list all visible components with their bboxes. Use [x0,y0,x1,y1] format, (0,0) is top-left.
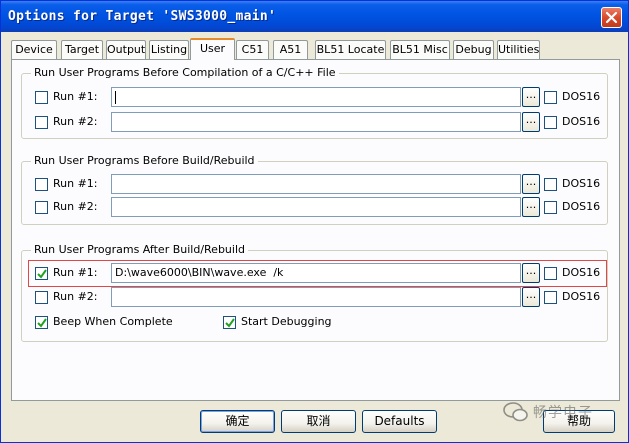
tab-device[interactable]: Device [11,40,57,59]
browse-button[interactable]: ... [522,197,540,217]
dos16-checkbox[interactable] [544,116,557,129]
close-button[interactable] [601,7,622,28]
tab-bl51-misc[interactable]: BL51 Misc [390,40,450,59]
run-checkbox[interactable] [35,91,48,104]
dos16-label: DOS16 [562,90,601,103]
run-checkbox[interactable] [35,291,48,304]
start-debugging-checkbox-checked[interactable] [223,316,236,329]
tab-c51[interactable]: C51 [236,40,269,59]
run-checkbox-checked[interactable] [35,267,48,280]
tab-target[interactable]: Target [61,40,103,59]
group-title: Run User Programs After Build/Rebuild [31,243,248,257]
start-debugging-label: Start Debugging [241,315,332,328]
run-label: Run #2: [53,290,98,303]
run-checkbox[interactable] [35,178,48,191]
run-label: Run #2: [53,115,98,128]
dos16-label: DOS16 [562,177,601,190]
run-checkbox[interactable] [35,201,48,214]
dos16-checkbox[interactable] [544,267,557,280]
ok-button[interactable]: 确定 [200,410,275,433]
run-command-field[interactable]: D:\wave6000\BIN\wave.exe /k [111,263,521,283]
run-command-field[interactable] [111,112,521,132]
beep-checkbox-checked[interactable] [35,316,48,329]
title-bar[interactable]: Options for Target 'SWS3000_main' [1,1,628,32]
cancel-button[interactable]: 取消 [281,410,356,433]
browse-button[interactable]: ... [522,263,540,283]
tab-bl51-locate[interactable]: BL51 Locate [315,40,386,59]
browse-button[interactable]: ... [522,87,540,107]
defaults-button[interactable]: Defaults [362,410,437,433]
close-icon [605,11,618,24]
run-label: Run #1: [53,90,98,103]
beep-label: Beep When Complete [53,315,173,328]
checkmark-icon [37,318,47,328]
run-label: Run #1: [53,177,98,190]
checkmark-icon [37,269,47,279]
tab-a51[interactable]: A51 [273,40,308,59]
dos16-label: DOS16 [562,115,601,128]
dos16-checkbox[interactable] [544,178,557,191]
group-title: Run User Programs Before Build/Rebuild [31,154,258,168]
dos16-label: DOS16 [562,200,601,213]
tab-user[interactable]: User [190,38,235,60]
options-dialog: Options for Target 'SWS3000_main' Device… [0,0,629,443]
dos16-checkbox[interactable] [544,291,557,304]
help-button[interactable]: 帮助 [543,410,615,433]
browse-button[interactable]: ... [522,112,540,132]
dos16-label: DOS16 [562,266,601,279]
run-label: Run #2: [53,200,98,213]
run-command-field[interactable] [111,174,521,194]
window-title: Options for Target 'SWS3000_main' [8,9,277,24]
run-command-field[interactable] [111,287,521,307]
dos16-checkbox[interactable] [544,201,557,214]
group-title: Run User Programs Before Compilation of … [31,66,339,80]
run-label: Run #1: [53,266,98,279]
browse-button[interactable]: ... [522,174,540,194]
browse-button[interactable]: ... [522,287,540,307]
run-checkbox[interactable] [35,116,48,129]
tab-output[interactable]: Output [106,40,146,59]
run-command-field[interactable] [111,197,521,217]
wechat-icon [503,402,528,422]
dos16-checkbox[interactable] [544,91,557,104]
tab-listing[interactable]: Listing [149,40,189,59]
checkmark-icon [225,318,235,328]
tab-debug[interactable]: Debug [453,40,494,59]
text-caret [115,91,116,104]
dos16-label: DOS16 [562,290,601,303]
tab-utilities[interactable]: Utilities [497,40,540,59]
run-command-field[interactable] [111,87,521,107]
